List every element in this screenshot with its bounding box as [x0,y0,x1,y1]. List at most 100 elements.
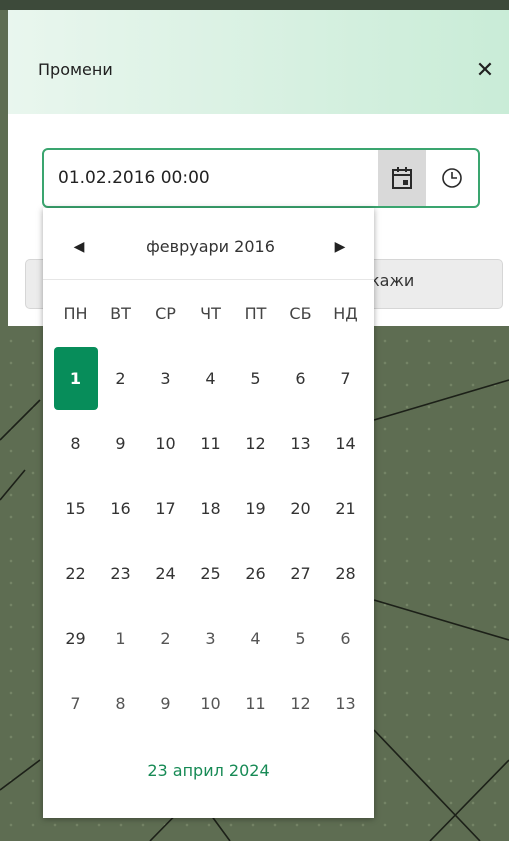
calendar-week: 22 23 24 25 26 27 28 [53,541,368,606]
clock-icon [442,168,462,188]
calendar-day-next-month[interactable]: 8 [98,671,143,736]
day-number: 19 [245,499,266,518]
day-number: 11 [245,694,266,713]
weekday-label: ПТ [244,304,267,323]
calendar-day[interactable]: 5 [233,346,278,411]
weekday-label: ПН [63,304,88,323]
day-number: 7 [340,369,351,388]
calendar-day-next-month[interactable]: 6 [323,606,368,671]
day-number: 24 [155,564,176,583]
calendar-day-next-month[interactable]: 11 [233,671,278,736]
day-number: 18 [200,499,221,518]
calendar-day[interactable]: 22 [53,541,98,606]
close-button[interactable]: ✕ [470,56,500,86]
calendar-day[interactable]: 28 [323,541,368,606]
day-number: 2 [160,629,171,648]
day-number: 9 [115,434,126,453]
day-number: 13 [335,694,356,713]
day-number: 17 [155,499,176,518]
day-number: 8 [115,694,126,713]
calendar-week: 1 2 3 4 5 6 7 [53,346,368,411]
calendar-day[interactable]: 25 [188,541,233,606]
calendar-day[interactable]: 26 [233,541,278,606]
next-month-button[interactable]: ▶ [325,234,355,260]
calendar-day[interactable]: 4 [188,346,233,411]
day-number: 5 [250,369,261,388]
calendar-day-next-month[interactable]: 13 [323,671,368,736]
day-number: 10 [200,694,221,713]
calendar-day-next-month[interactable]: 3 [188,606,233,671]
calendar-day[interactable]: 29 [53,606,98,671]
calendar-week: 7 8 9 10 11 12 13 [53,671,368,736]
calendar-day[interactable]: 17 [143,476,188,541]
calendar-day[interactable]: 2 [98,346,143,411]
calendar-day-next-month[interactable]: 4 [233,606,278,671]
calendar-day[interactable]: 21 [323,476,368,541]
day-number: 7 [70,694,81,713]
calendar-day[interactable]: 19 [233,476,278,541]
date-picker-popup: ◀ февруари 2016 ▶ ПН ВТ СР ЧТ ПТ СБ НД 1… [43,208,374,818]
calendar-day[interactable]: 6 [278,346,323,411]
calendar-day[interactable]: 10 [143,411,188,476]
calendar-day-next-month[interactable]: 12 [278,671,323,736]
datetime-field [42,148,480,208]
calendar-day[interactable]: 7 [323,346,368,411]
day-number: 9 [160,694,171,713]
day-number: 1 [115,629,126,648]
today-link[interactable]: 23 април 2024 [43,761,374,780]
weekday-label: СР [155,304,176,323]
dialog-header: Промени ✕ [8,10,509,114]
calendar-day[interactable]: 18 [188,476,233,541]
weekday-label: СБ [289,304,312,323]
dialog-title: Промени [38,60,113,79]
calendar-day[interactable]: 16 [98,476,143,541]
calendar-week: 8 9 10 11 12 13 14 [53,411,368,476]
calendar-day[interactable]: 14 [323,411,368,476]
day-number: 11 [200,434,221,453]
calendar-day[interactable]: 20 [278,476,323,541]
calendar-week: 29 1 2 3 4 5 6 [53,606,368,671]
day-number: 22 [65,564,86,583]
calendar-day[interactable]: 27 [278,541,323,606]
calendar-day[interactable]: 8 [53,411,98,476]
weekday-label: ВТ [110,304,131,323]
month-year-label[interactable]: февруари 2016 [118,234,303,260]
calendar-day-next-month[interactable]: 10 [188,671,233,736]
calendar-day[interactable]: 11 [188,411,233,476]
weekday-label: НД [333,304,358,323]
calendar-day-next-month[interactable]: 9 [143,671,188,736]
calendar-day[interactable]: 15 [53,476,98,541]
calendar-day[interactable]: 24 [143,541,188,606]
day-number: 15 [65,499,86,518]
datetime-input[interactable] [58,150,368,206]
calendar-day-selected[interactable]: 1 [53,346,98,411]
calendar-day[interactable]: 12 [233,411,278,476]
day-number: 8 [70,434,81,453]
dialog-action-button-label: кажи [370,271,415,290]
day-number: 21 [335,499,356,518]
day-number: 1 [53,347,98,410]
day-number: 20 [290,499,311,518]
day-number: 6 [295,369,306,388]
calendar-day-next-month[interactable]: 5 [278,606,323,671]
calendar-day-next-month[interactable]: 7 [53,671,98,736]
calendar-button[interactable] [378,150,426,206]
calendar-day-next-month[interactable]: 1 [98,606,143,671]
day-number: 3 [205,629,216,648]
calendar-day-next-month[interactable]: 2 [143,606,188,671]
day-number: 28 [335,564,356,583]
weekday-label: ЧТ [200,304,221,323]
day-number: 14 [335,434,356,453]
day-number: 25 [200,564,221,583]
picker-divider [43,279,374,280]
calendar-grid: 1 2 3 4 5 6 7 8 9 10 11 12 13 14 15 16 1… [53,346,368,736]
time-button[interactable] [426,150,478,206]
map-top-strip [0,0,509,10]
calendar-day[interactable]: 13 [278,411,323,476]
calendar-day[interactable]: 9 [98,411,143,476]
calendar-day[interactable]: 23 [98,541,143,606]
weekday-header: ПН ВТ СР ЧТ ПТ СБ НД [53,304,368,323]
day-number: 16 [110,499,131,518]
prev-month-button[interactable]: ◀ [64,234,94,260]
calendar-day[interactable]: 3 [143,346,188,411]
